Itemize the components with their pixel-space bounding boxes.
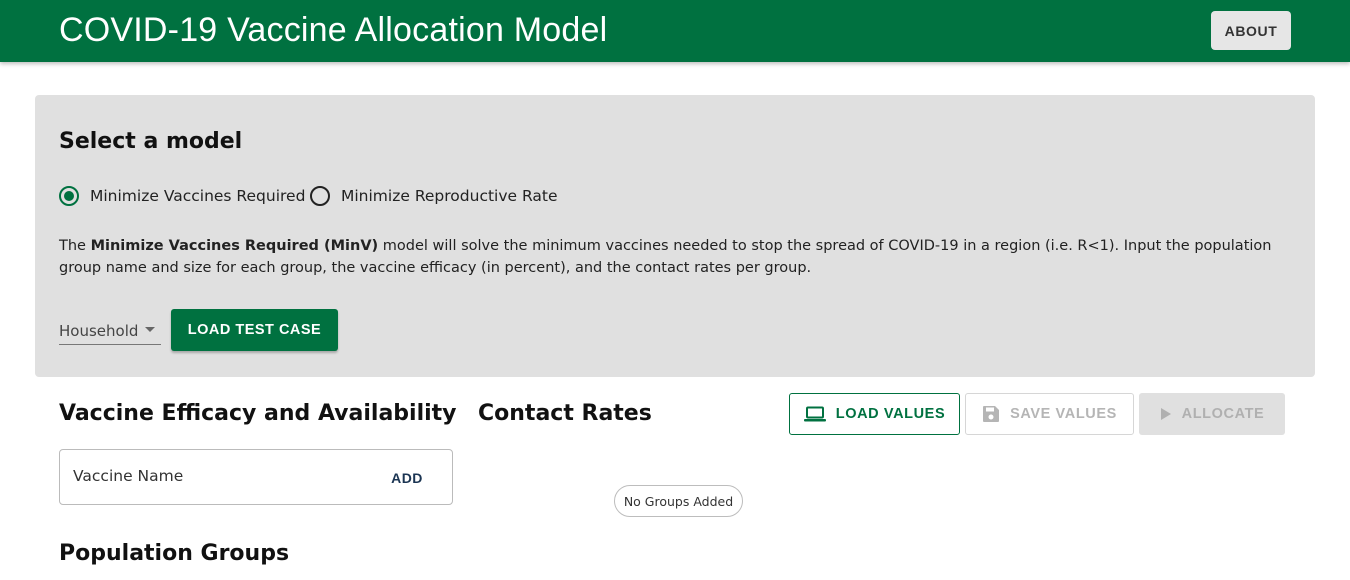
allocate-label: ALLOCATE <box>1181 406 1265 422</box>
app-title: COVID-19 Vaccine Allocation Model <box>59 11 608 49</box>
vaccine-name-input[interactable]: Vaccine Name <box>73 467 183 485</box>
vaccine-name-field: Vaccine Name ADD <box>59 449 453 505</box>
save-values-button[interactable]: SAVE VALUES <box>965 393 1134 435</box>
chevron-down-icon <box>145 327 155 332</box>
vaccine-section-title: Vaccine Efficacy and Availability <box>59 401 457 426</box>
radio-minimize-vaccines[interactable]: Minimize Vaccines Required <box>59 186 305 206</box>
model-description: The Minimize Vaccines Required (MinV) mo… <box>59 238 1272 276</box>
model-selection-card: Select a model Minimize Vaccines Require… <box>35 95 1315 377</box>
radio-label: Minimize Vaccines Required <box>90 187 306 205</box>
app-bar: COVID-19 Vaccine Allocation Model ABOUT <box>0 0 1350 62</box>
radio-label: Minimize Reproductive Rate <box>341 187 558 205</box>
load-values-label: LOAD VALUES <box>835 406 946 422</box>
test-case-value: Household <box>59 321 139 340</box>
radio-checked-icon <box>59 186 79 206</box>
model-card-title: Select a model <box>59 129 243 154</box>
contact-rates-title: Contact Rates <box>478 401 652 426</box>
save-values-label: SAVE VALUES <box>1010 406 1117 422</box>
test-case-select[interactable]: Household <box>59 317 161 345</box>
load-values-button[interactable]: LOAD VALUES <box>789 393 960 435</box>
no-groups-chip: No Groups Added <box>614 485 743 517</box>
allocate-button[interactable]: ALLOCATE <box>1139 393 1285 435</box>
population-groups-title: Population Groups <box>59 541 290 566</box>
laptop-icon <box>803 406 826 422</box>
radio-minimize-reproductive-rate[interactable]: Minimize Reproductive Rate <box>310 186 558 206</box>
radio-unchecked-icon <box>310 186 330 206</box>
load-test-case-button[interactable]: LOAD TEST CASE <box>171 309 338 351</box>
add-vaccine-button[interactable]: ADD <box>382 467 432 489</box>
save-icon <box>982 405 1000 423</box>
model-name-bold: Minimize Vaccines Required (MinV) <box>90 238 379 254</box>
play-icon <box>1160 407 1172 421</box>
about-button[interactable]: ABOUT <box>1211 11 1291 50</box>
